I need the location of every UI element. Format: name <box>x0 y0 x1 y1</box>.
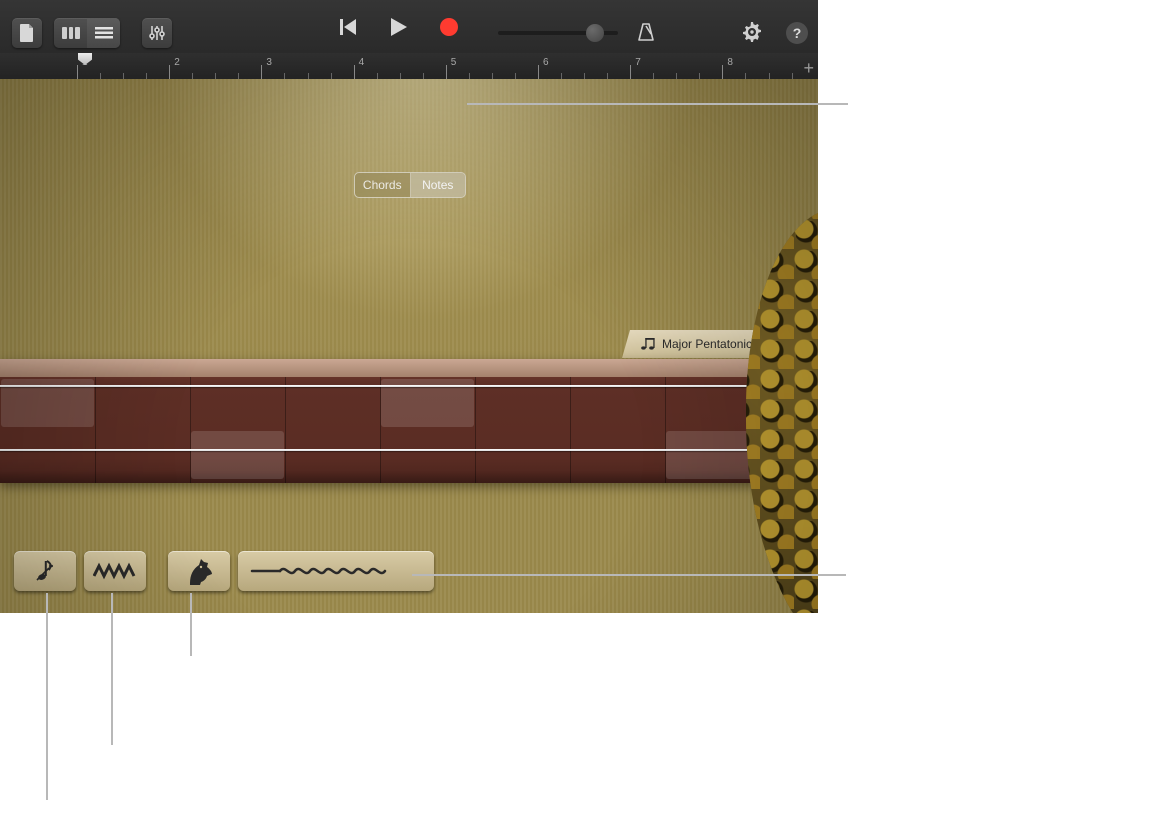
tracks-view-button[interactable] <box>54 18 87 48</box>
grace-note-icon <box>32 558 58 584</box>
help-icon: ? <box>793 25 802 41</box>
record-button[interactable] <box>438 16 460 38</box>
scale-label: Major Pentatonic <box>662 337 752 351</box>
trill-icon <box>250 561 400 581</box>
play-icon <box>391 18 407 36</box>
articulation-controls <box>14 551 434 591</box>
string-upper[interactable] <box>0 385 818 387</box>
gear-icon <box>742 22 764 42</box>
callout-line <box>190 593 192 656</box>
tracks-view-icon <box>62 27 80 39</box>
note-pad[interactable] <box>1 379 94 427</box>
settings-button[interactable] <box>742 22 764 44</box>
go-to-beginning-button[interactable] <box>338 16 360 38</box>
timeline-ruler[interactable]: 12345678 <box>0 53 818 80</box>
list-view-icon <box>95 27 113 39</box>
callout-line <box>412 574 846 576</box>
scale-selector[interactable]: Major Pentatonic <box>622 330 766 358</box>
trill-button[interactable] <box>238 551 434 591</box>
ruler-bar-number: 7 <box>635 57 641 68</box>
tremolo-icon <box>93 562 137 580</box>
volume-knob[interactable] <box>586 24 604 42</box>
play-button[interactable] <box>388 16 410 38</box>
ruler-bar-number: 3 <box>266 57 272 68</box>
callout-line <box>46 593 48 800</box>
instrument-surface: Chords Notes Major Pentatonic <box>0 79 818 613</box>
playhead[interactable] <box>78 53 92 65</box>
master-volume-slider[interactable] <box>498 24 618 42</box>
document-icon <box>19 24 35 42</box>
chords-tab[interactable]: Chords <box>355 173 411 197</box>
list-view-button[interactable] <box>87 18 120 48</box>
ruler-bar-number: 8 <box>727 57 733 68</box>
app-frame: ? 12345678 + Chords Notes Major Pentaton… <box>0 0 818 613</box>
grace-note-button[interactable] <box>14 551 76 591</box>
horse-button[interactable] <box>168 551 230 591</box>
note-pad[interactable] <box>191 431 284 479</box>
instrument-neck[interactable] <box>0 359 760 483</box>
chords-notes-switch[interactable]: Chords Notes <box>354 172 466 198</box>
track-controls-button[interactable] <box>142 18 172 48</box>
ruler-bar-number: 2 <box>174 57 180 68</box>
tremolo-button[interactable] <box>84 551 146 591</box>
fretboard[interactable] <box>0 377 760 483</box>
record-icon <box>439 17 459 37</box>
instrument-body <box>746 209 818 613</box>
horse-head-icon <box>184 557 214 585</box>
transport <box>338 16 460 38</box>
string-lower[interactable] <box>0 449 818 451</box>
my-songs-button[interactable] <box>12 18 42 48</box>
ruler-bar-number: 6 <box>543 57 549 68</box>
view-switch[interactable] <box>54 18 120 48</box>
metronome-icon <box>636 22 658 42</box>
skip-back-icon <box>340 19 358 35</box>
ruler-bar-number: 4 <box>359 57 365 68</box>
add-track-button[interactable]: + <box>803 58 814 79</box>
notes-tab[interactable]: Notes <box>411 173 466 197</box>
note-pad[interactable] <box>381 379 474 427</box>
toolbar: ? <box>0 0 818 53</box>
callout-line <box>467 103 848 105</box>
mixer-icon <box>149 25 165 41</box>
callout-line <box>111 593 113 745</box>
eighth-notes-icon <box>640 337 656 351</box>
ruler-bar-number: 5 <box>451 57 457 68</box>
metronome-button[interactable] <box>636 22 658 44</box>
note-pad[interactable] <box>666 431 759 479</box>
help-button[interactable]: ? <box>786 22 808 44</box>
